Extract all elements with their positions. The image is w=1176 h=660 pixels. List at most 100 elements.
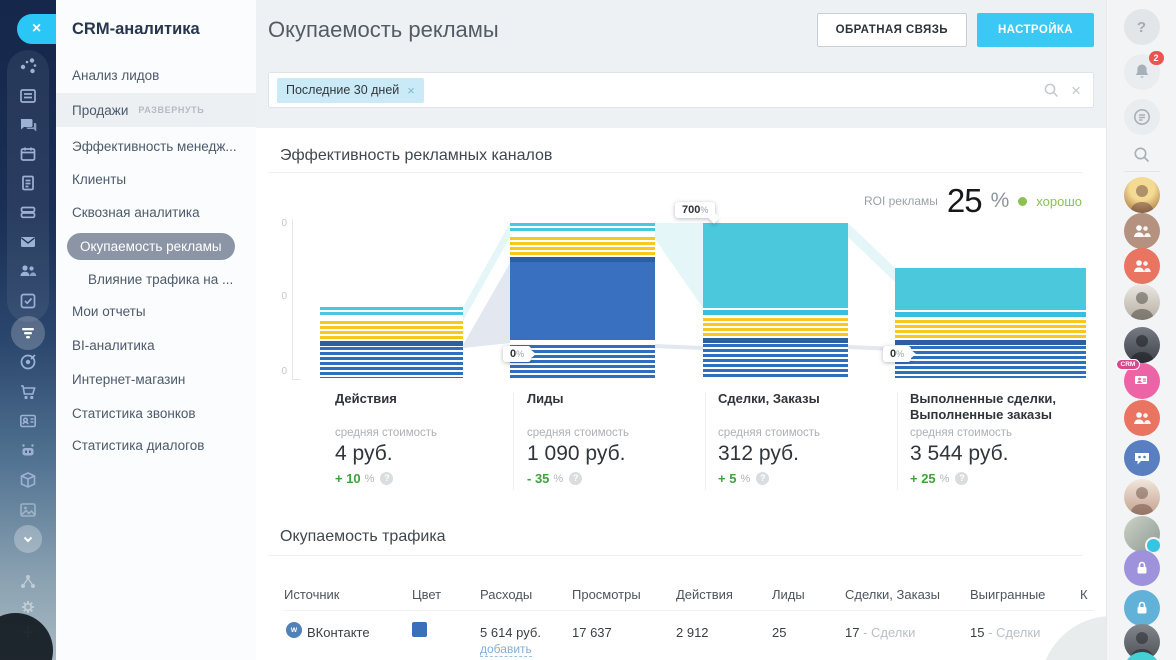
- avatar-chat-group[interactable]: [1124, 440, 1160, 476]
- y-axis: [292, 219, 293, 380]
- cart-icon[interactable]: [18, 382, 38, 402]
- people-icon[interactable]: [18, 261, 38, 281]
- rail-divider: [1124, 171, 1160, 172]
- right-toolbar: ? 2 CRM: [1106, 0, 1176, 660]
- card-divider: [897, 393, 898, 490]
- card-delta-unit: %: [365, 473, 375, 485]
- chip-remove-icon[interactable]: ×: [407, 83, 415, 98]
- chat-icon[interactable]: [18, 115, 38, 135]
- card-title: Лиды: [527, 391, 699, 423]
- avatar-group-2[interactable]: [1124, 248, 1160, 284]
- network-icon[interactable]: [18, 56, 38, 76]
- col-header-leads[interactable]: Лиды: [772, 587, 805, 602]
- search-icon[interactable]: [1043, 82, 1059, 98]
- tasks-icon[interactable]: [18, 291, 38, 311]
- drive-icon[interactable]: [18, 202, 38, 222]
- document-icon[interactable]: [18, 173, 38, 193]
- mail-icon[interactable]: [18, 232, 38, 252]
- cell-won-value: 15: [970, 625, 984, 640]
- crm-funnel-icon-active[interactable]: [11, 316, 45, 350]
- card-subtitle: средняя стоимость: [718, 427, 890, 439]
- search-icon: [1132, 145, 1152, 165]
- avatar-group-3[interactable]: [1124, 400, 1160, 436]
- target-icon[interactable]: [18, 352, 38, 372]
- sidebar-item-traffic-influence[interactable]: Влияние трафика на ...: [56, 262, 256, 296]
- card-title: Выполненные сделки, Выполненные заказы: [910, 391, 1090, 423]
- help-icon[interactable]: ?: [569, 472, 582, 485]
- col-header-views[interactable]: Просмотры: [572, 587, 641, 602]
- close-icon: ×: [32, 20, 41, 38]
- feedback-button[interactable]: ОБРАТНАЯ СВЯЗЬ: [817, 13, 967, 47]
- col-header-clipped[interactable]: К: [1080, 587, 1088, 602]
- col-header-actions[interactable]: Действия: [676, 587, 733, 602]
- box-icon[interactable]: [18, 470, 38, 490]
- calendar-icon[interactable]: [18, 144, 38, 164]
- avatar-group-1[interactable]: [1124, 213, 1160, 249]
- col-header-color[interactable]: Цвет: [412, 587, 441, 602]
- kanban-icon[interactable]: [18, 86, 38, 106]
- avatar-user-4[interactable]: [1124, 479, 1160, 515]
- sidebar-item-manager-efficiency[interactable]: Эффективность менедж...: [56, 129, 256, 163]
- filter-search-bar[interactable]: Последние 30 дней × ×: [268, 72, 1094, 108]
- metric-card-deals: Сделки, Заказы средняя стоимость 312 руб…: [718, 391, 890, 486]
- help-icon[interactable]: ?: [756, 472, 769, 485]
- sidebar-item-sales[interactable]: Продажи РАЗВЕРНУТЬ: [56, 93, 256, 127]
- section-divider: [268, 172, 1082, 173]
- main-content: Окупаемость рекламы ОБРАТНАЯ СВЯЗЬ НАСТР…: [256, 0, 1106, 660]
- help-icon[interactable]: ?: [380, 472, 393, 485]
- funnel-column-deals[interactable]: [703, 223, 848, 378]
- help-icon[interactable]: ?: [955, 472, 968, 485]
- y-tick: 0: [274, 366, 287, 377]
- card-title: Действия: [335, 391, 507, 423]
- header-buttons: ОБРАТНАЯ СВЯЗЬ НАСТРОЙКА: [817, 13, 1094, 47]
- metric-card-leads: Лиды средняя стоимость 1 090 руб. - 35%?: [527, 391, 699, 486]
- sidebar-item-bi-analytics[interactable]: BI-аналитика: [56, 328, 256, 362]
- help-button[interactable]: ?: [1124, 9, 1160, 45]
- notifications-button[interactable]: 2: [1124, 54, 1160, 90]
- sidebar-item-ad-payback-selected[interactable]: Окупаемость рекламы: [56, 229, 256, 263]
- avatar-user-1[interactable]: [1124, 177, 1160, 213]
- image-icon[interactable]: [18, 500, 38, 520]
- sidebar-item-call-statistics[interactable]: Статистика звонков: [56, 396, 256, 430]
- sidebar-item-dialog-statistics[interactable]: Статистика диалогов: [56, 428, 256, 462]
- sidebar-item-lead-analysis[interactable]: Анализ лидов: [56, 58, 256, 92]
- sidebar-item-clients[interactable]: Клиенты: [56, 162, 256, 196]
- share-icon[interactable]: [18, 572, 38, 592]
- cell-source[interactable]: ВКонтакте: [307, 625, 370, 640]
- robot-icon[interactable]: [18, 440, 38, 460]
- chevron-down-icon[interactable]: [14, 525, 42, 553]
- avatar-workspace[interactable]: [1124, 516, 1160, 552]
- tooltip-unit: %: [700, 205, 708, 215]
- add-expenses-link[interactable]: добавить: [480, 642, 532, 657]
- sidebar-item-my-reports[interactable]: Мои отчеты: [56, 294, 256, 328]
- filter-chip[interactable]: Последние 30 дней ×: [277, 78, 424, 103]
- messenger-button[interactable]: [1124, 99, 1160, 135]
- avatar-crm-group[interactable]: CRM: [1124, 363, 1160, 399]
- avatar-locked-1[interactable]: [1124, 550, 1160, 586]
- funnel-column-won-deals[interactable]: [895, 268, 1086, 378]
- col-header-won[interactable]: Выигранные: [970, 587, 1045, 602]
- settings-button[interactable]: НАСТРОЙКА: [977, 13, 1094, 47]
- metric-card-actions: Действия средняя стоимость 4 руб. + 10%?: [335, 391, 507, 486]
- lock-icon: [1132, 558, 1152, 578]
- col-header-deals[interactable]: Сделки, Заказы: [845, 587, 940, 602]
- avatar-locked-2[interactable]: [1124, 590, 1160, 626]
- tooltip-unit: %: [516, 349, 524, 359]
- col-header-expenses[interactable]: Расходы: [480, 587, 532, 602]
- close-sidebar-button[interactable]: ×: [17, 14, 56, 44]
- search-button[interactable]: [1124, 137, 1160, 173]
- avatar-user-2[interactable]: [1124, 284, 1160, 320]
- sidebar-item-online-store[interactable]: Интернет-магазин: [56, 362, 256, 396]
- screens-icon: [1131, 370, 1153, 392]
- filter-bar-icons: ×: [1043, 82, 1081, 99]
- avatar-user-3[interactable]: [1124, 327, 1160, 363]
- cell-deals-suffix: - Сделки: [863, 625, 915, 640]
- contact-card-icon[interactable]: [18, 411, 38, 431]
- expand-label[interactable]: РАЗВЕРНУТЬ: [138, 105, 204, 115]
- sidebar-item-label: Продажи: [72, 103, 128, 118]
- clear-search-icon[interactable]: ×: [1071, 82, 1081, 99]
- sidebar-item-end-to-end-analytics[interactable]: Сквозная аналитика: [56, 195, 256, 229]
- color-swatch[interactable]: [412, 622, 427, 637]
- col-header-source[interactable]: Источник: [284, 587, 340, 602]
- funnel-column-actions[interactable]: [320, 307, 463, 378]
